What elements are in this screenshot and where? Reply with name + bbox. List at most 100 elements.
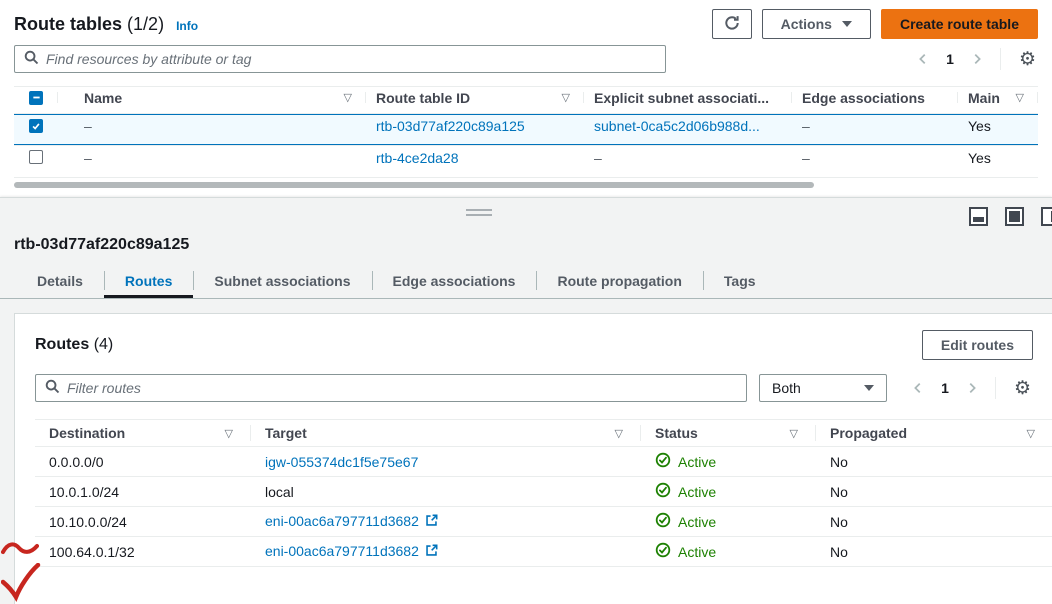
sort-icon[interactable]: ▽ <box>615 427 623 440</box>
select-all-checkbox[interactable] <box>29 91 43 105</box>
column-header-route-table-id[interactable]: Route table ID ▽ <box>366 87 584 108</box>
routes-settings-button[interactable]: ⚙ <box>1012 379 1033 398</box>
cell-name: – <box>58 150 366 166</box>
status-badge: Active <box>678 454 716 470</box>
pagination: 1 ⚙ <box>916 48 1038 70</box>
next-page-button[interactable] <box>965 381 979 395</box>
table-settings-button[interactable]: ⚙ <box>1017 50 1038 69</box>
column-header-main[interactable]: Main ▽ <box>958 87 1038 108</box>
current-page: 1 <box>941 380 949 396</box>
routes-pagination: 1 ⚙ <box>911 377 1033 399</box>
table-row[interactable]: – rtb-03d77af220c89a125 subnet-0ca5c2d06… <box>14 114 1038 146</box>
cell-propagated: No <box>816 484 1052 500</box>
status-active-icon <box>655 482 671 501</box>
previous-page-button[interactable] <box>916 52 930 66</box>
current-page: 1 <box>946 51 954 67</box>
cell-main: Yes <box>958 118 1038 134</box>
sort-icon[interactable]: ▽ <box>1016 91 1024 104</box>
refresh-icon <box>723 14 741 35</box>
tab-routes[interactable]: Routes <box>104 263 193 298</box>
target-link[interactable]: eni-00ac6a797711d3682 <box>265 543 419 559</box>
refresh-button[interactable] <box>712 9 752 39</box>
sort-icon[interactable]: ▽ <box>562 91 570 104</box>
route-filter-select[interactable]: Both <box>759 374 887 402</box>
detail-tabs: Details Routes Subnet associations Edge … <box>0 263 1052 299</box>
edit-routes-button[interactable]: Edit routes <box>922 330 1033 360</box>
search-icon <box>45 379 60 397</box>
column-header-destination[interactable]: Destination ▽ <box>35 420 251 446</box>
layout-full-panel-icon[interactable] <box>1005 207 1024 226</box>
routes-table: Destination ▽ Target ▽ Status ▽ Propagat… <box>35 419 1052 567</box>
tab-route-propagation[interactable]: Route propagation <box>536 263 702 298</box>
target-link[interactable]: eni-00ac6a797711d3682 <box>265 513 419 529</box>
layout-side-panel-icon[interactable] <box>1041 207 1052 226</box>
horizontal-scrollbar <box>14 181 1038 189</box>
sort-icon[interactable]: ▽ <box>790 427 798 440</box>
tab-edge-associations[interactable]: Edge associations <box>372 263 537 298</box>
cell-edge-associations: – <box>792 118 958 134</box>
page-title: Route tables (1/2) <box>14 14 164 35</box>
detail-panel-title: rtb-03d77af220c89a125 <box>14 236 1052 254</box>
tab-details[interactable]: Details <box>16 263 104 298</box>
column-header-edge-associations[interactable]: Edge associations <box>792 87 958 108</box>
route-row: 0.0.0.0/0 igw-055374dc1f5e75e67 Active N… <box>35 447 1052 477</box>
route-row: 100.64.0.1/32 eni-00ac6a797711d3682 Acti… <box>35 537 1052 567</box>
cell-destination: 10.0.1.0/24 <box>35 484 251 500</box>
route-tables-section: Route tables (1/2) Info Actions Create r… <box>0 0 1052 189</box>
status-active-icon <box>655 452 671 471</box>
cell-propagated: No <box>816 514 1052 530</box>
routes-filter[interactable] <box>35 374 747 402</box>
sort-icon[interactable]: ▽ <box>344 91 352 104</box>
cell-propagated: No <box>816 454 1052 470</box>
column-header-name[interactable]: Name ▽ <box>58 87 366 108</box>
scrollbar-thumb[interactable] <box>14 182 814 188</box>
chevron-down-icon <box>864 385 874 391</box>
status-active-icon <box>655 542 671 561</box>
cell-destination: 10.10.0.0/24 <box>35 514 251 530</box>
create-route-table-button[interactable]: Create route table <box>881 9 1038 39</box>
cell-edge-associations: – <box>792 150 958 166</box>
chevron-down-icon <box>842 21 852 27</box>
route-table-id-link[interactable]: rtb-03d77af220c89a125 <box>376 118 525 134</box>
page-header: Route tables (1/2) Info Actions Create r… <box>14 0 1038 40</box>
route-row: 10.10.0.0/24 eni-00ac6a797711d3682 Activ… <box>35 507 1052 537</box>
cell-name: – <box>58 118 366 134</box>
routes-header-row: Destination ▽ Target ▽ Status ▽ Propagat… <box>35 419 1052 447</box>
external-link-icon <box>425 544 438 560</box>
column-header-explicit-subnet[interactable]: Explicit subnet associati... <box>584 87 792 108</box>
cell-explicit-subnet: – <box>584 150 792 166</box>
select-all-cell <box>14 87 58 108</box>
detail-split-panel: rtb-03d77af220c89a125 Details Routes Sub… <box>0 197 1052 604</box>
selection-count: (1/2) <box>127 14 164 34</box>
cell-target: local <box>251 484 641 500</box>
layout-bottom-panel-icon[interactable] <box>969 207 988 226</box>
row-checkbox[interactable] <box>29 150 43 164</box>
row-checkbox[interactable] <box>29 119 43 133</box>
previous-page-button[interactable] <box>911 381 925 395</box>
next-page-button[interactable] <box>970 52 984 66</box>
status-badge: Active <box>678 514 716 530</box>
actions-button[interactable]: Actions <box>762 9 871 39</box>
sort-icon[interactable]: ▽ <box>225 427 233 440</box>
status-badge: Active <box>678 544 716 560</box>
subnet-association-link[interactable]: subnet-0ca5c2d06b988d... <box>594 118 760 134</box>
column-header-status[interactable]: Status ▽ <box>641 420 816 446</box>
column-header-propagated[interactable]: Propagated ▽ <box>816 420 1052 446</box>
panel-resize-handle[interactable] <box>466 209 492 219</box>
search-input[interactable] <box>46 51 656 67</box>
route-tables-table: Name ▽ Route table ID ▽ Explicit subnet … <box>14 86 1038 189</box>
resource-search[interactable] <box>14 45 666 73</box>
target-link[interactable]: igw-055374dc1f5e75e67 <box>265 454 418 470</box>
tab-tags[interactable]: Tags <box>703 263 777 298</box>
info-link[interactable]: Info <box>176 19 198 33</box>
table-header-row: Name ▽ Route table ID ▽ Explicit subnet … <box>14 86 1038 114</box>
sort-icon[interactable]: ▽ <box>1027 427 1035 440</box>
cell-main: Yes <box>958 150 1038 166</box>
routes-card: Routes (4) Edit routes Both <box>14 313 1052 604</box>
routes-filter-input[interactable] <box>67 380 737 396</box>
table-row[interactable]: – rtb-4ce2da28 – – Yes <box>14 146 1038 178</box>
routes-title: Routes (4) <box>35 336 113 354</box>
tab-subnet-associations[interactable]: Subnet associations <box>193 263 371 298</box>
column-header-target[interactable]: Target ▽ <box>251 420 641 446</box>
route-table-id-link[interactable]: rtb-4ce2da28 <box>376 150 459 166</box>
